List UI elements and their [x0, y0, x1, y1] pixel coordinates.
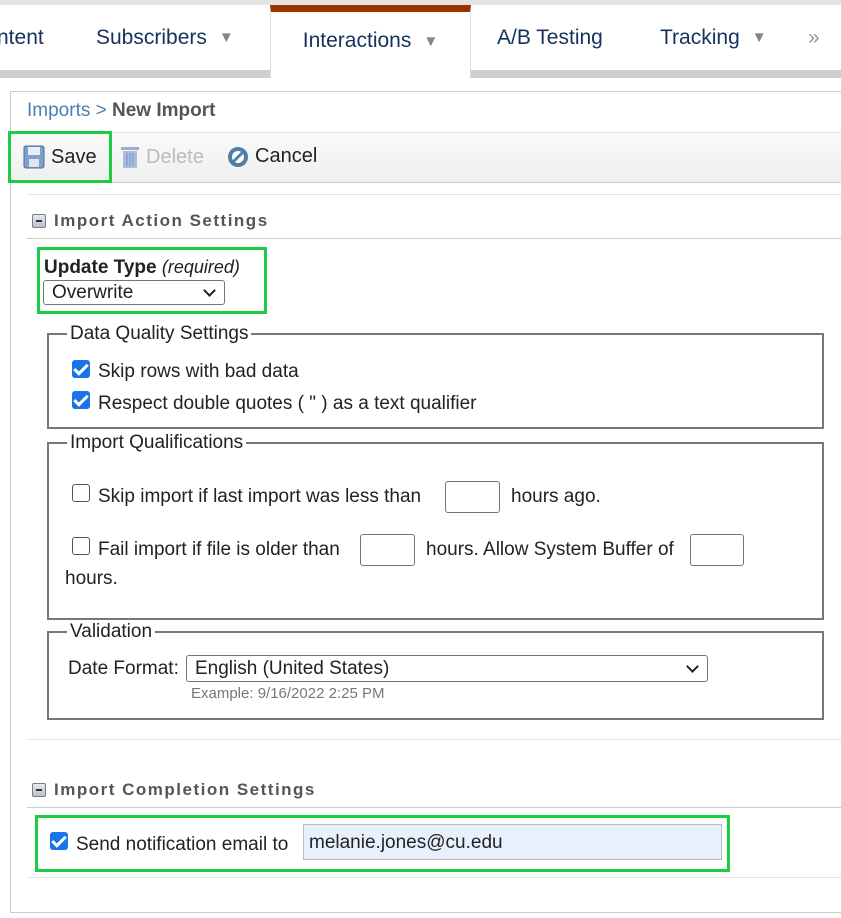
import-completion-settings-header[interactable]: Import Completion Settings: [32, 780, 316, 800]
system-buffer-input[interactable]: [690, 534, 744, 566]
tab-subscribers[interactable]: Subscribers ▼: [96, 5, 234, 70]
skip-import-label: Skip import if last import was less than: [98, 486, 422, 507]
breadcrumb-separator: >: [90, 100, 113, 121]
divider: [27, 194, 841, 195]
fail-import-checkbox[interactable]: [72, 537, 90, 555]
breadcrumb-current: New Import: [112, 100, 216, 121]
section-title: Import Action Settings: [54, 211, 269, 230]
tab-interactions[interactable]: Interactions ▼: [270, 5, 471, 78]
respect-quotes-label: Respect double quotes ( " ) as a text qu…: [98, 393, 477, 414]
tab-label: Interactions: [302, 29, 412, 52]
skip-import-checkbox[interactable]: [72, 484, 90, 502]
send-notification-label: Send notification email to: [76, 834, 289, 855]
date-format-example: Example: 9/16/2022 2:25 PM: [191, 685, 385, 702]
divider: [27, 807, 841, 808]
tab-label: Subscribers: [96, 25, 207, 49]
fail-import-hours-input[interactable]: [360, 534, 415, 566]
skip-import-hours-input[interactable]: [445, 481, 500, 513]
more-tabs-button[interactable]: »: [808, 5, 820, 70]
caret-down-icon: ▼: [423, 32, 439, 50]
import-qualifications-fieldset: Import Qualifications: [47, 432, 824, 620]
breadcrumb-imports-link[interactable]: Imports: [27, 100, 90, 121]
email-value: melanie.jones@cu.edu: [309, 832, 503, 853]
cancel-icon: [228, 146, 248, 167]
divider: [27, 238, 841, 239]
import-action-settings-header[interactable]: Import Action Settings: [32, 211, 269, 231]
system-buffer-label: hours. Allow System Buffer of: [426, 539, 674, 560]
select-value: Overwrite: [52, 281, 134, 303]
tab-content[interactable]: ntent: [0, 5, 44, 70]
date-format-select[interactable]: English (United States): [186, 655, 708, 682]
respect-quotes-checkbox[interactable]: [72, 391, 90, 409]
tab-label: ntent: [0, 25, 44, 49]
fieldset-legend: Data Quality Settings: [67, 323, 252, 345]
select-value: English (United States): [195, 657, 390, 679]
trash-icon: [121, 147, 139, 168]
fail-import-label: Fail import if file is older than: [98, 539, 340, 560]
cancel-button[interactable]: Cancel: [227, 145, 317, 168]
chevron-down-icon: [686, 659, 699, 673]
divider: [27, 877, 841, 878]
section-title: Import Completion Settings: [54, 780, 316, 799]
update-type-label: Update Type (required): [44, 257, 240, 278]
skip-bad-rows-checkbox[interactable]: [72, 360, 90, 378]
fieldset-legend: Validation: [67, 621, 156, 643]
tab-ab-testing[interactable]: A/B Testing: [497, 5, 603, 70]
collapse-icon[interactable]: [32, 783, 46, 797]
date-format-label: Date Format:: [68, 658, 179, 679]
collapse-icon[interactable]: [32, 214, 46, 228]
fieldset-legend: Import Qualifications: [67, 432, 247, 454]
breadcrumb: Imports > New Import: [27, 100, 215, 122]
skip-bad-rows-label: Skip rows with bad data: [98, 361, 299, 382]
divider: [27, 739, 841, 740]
tab-tracking[interactable]: Tracking ▼: [660, 5, 767, 70]
save-highlight: [8, 131, 112, 183]
notification-email-input[interactable]: melanie.jones@cu.edu: [303, 824, 722, 860]
double-chevron-icon: »: [808, 25, 820, 49]
caret-down-icon: ▼: [218, 29, 234, 46]
tab-label: A/B Testing: [497, 25, 603, 49]
update-type-select[interactable]: Overwrite: [43, 280, 225, 305]
required-label: (required): [161, 257, 240, 277]
hours-ago-label: hours ago.: [511, 486, 601, 507]
tab-label: Tracking: [660, 25, 740, 49]
chevron-down-icon: [203, 283, 216, 297]
caret-down-icon: ▼: [751, 29, 767, 46]
delete-label: Delete: [146, 145, 204, 168]
hours-label: hours.: [65, 568, 118, 589]
delete-button[interactable]: Delete: [120, 145, 204, 169]
send-notification-checkbox[interactable]: [50, 832, 68, 850]
cancel-label: Cancel: [255, 145, 318, 167]
